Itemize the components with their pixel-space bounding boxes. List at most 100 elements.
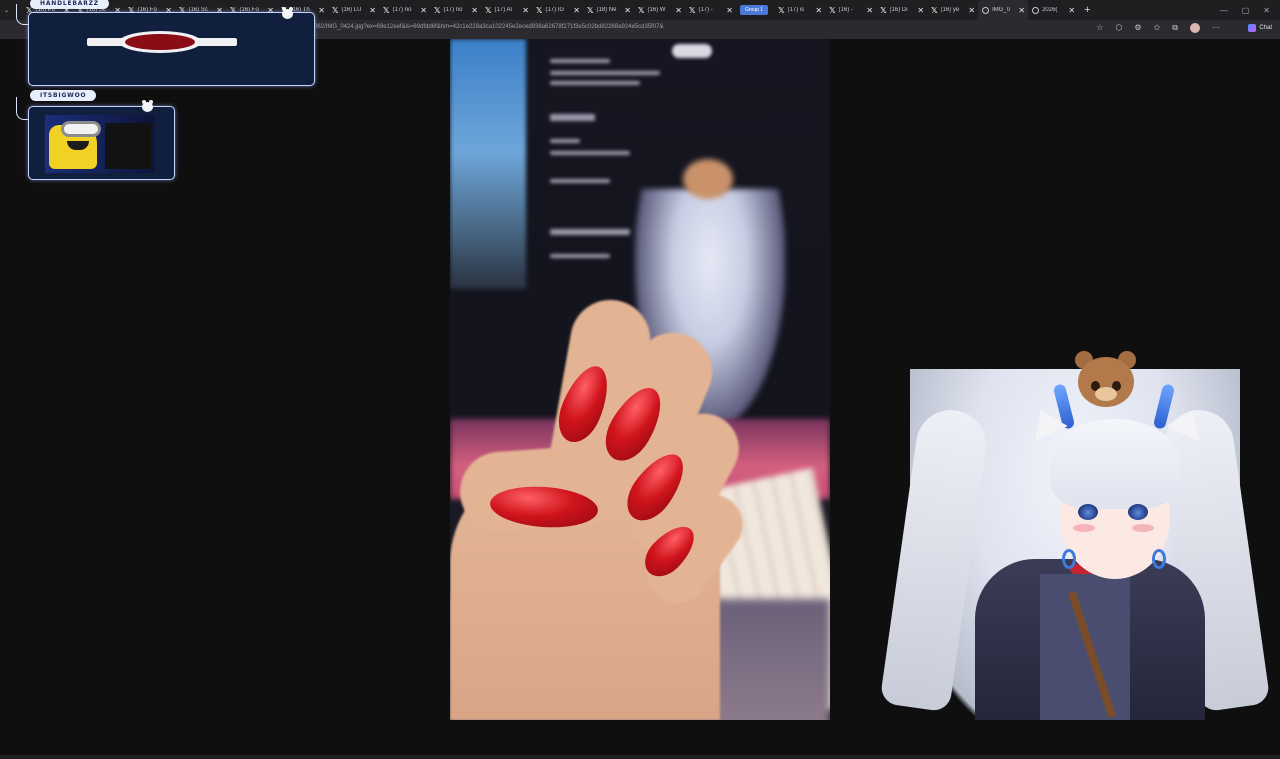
tab-title: (17) - <box>698 7 713 13</box>
tab-title: (17) IG <box>545 7 565 13</box>
browser-tab[interactable]: IMG_0 ✕ <box>978 0 1029 20</box>
photo-hand-red-nails <box>450 39 830 720</box>
bear-badge-icon <box>282 7 293 19</box>
photo-blurred-text <box>550 151 630 155</box>
browser-tab[interactable]: 𝕏 (17) no ✕ <box>430 0 481 20</box>
x-logo-icon: 𝕏 <box>880 5 887 15</box>
extension-icon[interactable]: ⬡ <box>1115 23 1122 33</box>
bottom-edge <box>0 755 1280 759</box>
photo-blurred-text <box>550 139 580 143</box>
chat-message-box-1 <box>28 12 315 86</box>
tab-close-icon[interactable]: ✕ <box>1068 6 1075 15</box>
photo-onscreen-bear <box>683 159 733 199</box>
browser-tab[interactable]: 𝕏 (17) IG ✕ <box>532 0 583 20</box>
photo-sky-wallpaper <box>450 39 526 289</box>
chat-label: Chat <box>1259 25 1272 31</box>
tab-close-icon[interactable]: ✕ <box>420 6 427 15</box>
browser-tab[interactable]: 𝕏 (18) Ne ✕ <box>583 0 634 20</box>
minimize-button[interactable]: — <box>1220 6 1228 15</box>
address-bar-icons: ☆ ⬡ ⚙ ✩ ⧉ ⋯ <box>1096 23 1220 33</box>
x-logo-icon: 𝕏 <box>485 5 492 15</box>
emote-image <box>87 31 237 57</box>
tab-close-icon[interactable]: ✕ <box>675 6 682 15</box>
bear-badge-icon <box>142 100 153 112</box>
tab-title: (17) no <box>443 7 463 13</box>
x-logo-icon: 𝕏 <box>931 5 938 15</box>
maximize-button[interactable]: ▢ <box>1242 6 1250 15</box>
x-logo-icon: 𝕏 <box>689 5 696 15</box>
photo-blurred-text <box>550 179 610 183</box>
copilot-chat-button[interactable]: Chat <box>1248 24 1272 32</box>
tab-close-icon[interactable]: ✕ <box>624 6 631 15</box>
browser-tab[interactable]: 𝕏 (16) W ✕ <box>634 0 685 20</box>
bear-snout <box>1095 387 1117 401</box>
emote-oval-red <box>125 34 195 50</box>
tab-title: (16) Di <box>889 7 908 13</box>
browser-tab[interactable]: 𝕏 (17) is ✕ <box>774 0 825 20</box>
window-controls: — ▢ ✕ <box>1220 6 1280 15</box>
meme-emote-image <box>45 115 155 173</box>
tab-title: IMG_0 <box>992 7 1011 13</box>
avatar-blush <box>1132 524 1154 532</box>
star-icon[interactable]: ☆ <box>1096 23 1103 33</box>
tab-close-icon[interactable]: ✕ <box>815 6 822 15</box>
chat-username-2: ITSBIGWOO <box>30 90 97 101</box>
profile-avatar[interactable] <box>1190 23 1200 33</box>
copilot-icon <box>1248 24 1257 32</box>
url-field[interactable]: 062/IMG_0424.jpg?ex=69e12eef&is=69dfdd6f… <box>314 24 663 30</box>
meme-dark-panel <box>105 123 151 169</box>
x-logo-icon: 𝕏 <box>829 5 836 15</box>
avatar-eye-right <box>1128 504 1148 520</box>
browser-tab[interactable]: 𝕏 (16) ye ✕ <box>927 0 978 20</box>
tab-title: (17) no <box>392 7 412 13</box>
browser-tab[interactable]: 𝕏 (16) - ✕ <box>825 0 876 20</box>
tab-title: (18) Ne <box>596 7 617 13</box>
close-window-button[interactable]: ✕ <box>1263 6 1270 15</box>
globe-icon <box>982 6 990 14</box>
photo-blurred-text <box>550 114 595 121</box>
browser-tab[interactable]: 𝕏 (17) - ✕ <box>685 0 736 20</box>
x-logo-icon: 𝕏 <box>778 5 785 15</box>
tab-close-icon[interactable]: ✕ <box>522 6 529 15</box>
browser-tab[interactable]: 𝕏 (16) LU ✕ <box>328 0 379 20</box>
tab-title: (16) W <box>647 7 666 13</box>
new-tab-button[interactable]: + <box>1084 4 1090 16</box>
favorites-icon[interactable]: ✩ <box>1154 23 1161 33</box>
photo-blurred-text <box>550 71 660 75</box>
browser-tab[interactable]: 2026(✕ <box>1028 0 1078 20</box>
more-menu-icon[interactable]: ⋯ <box>1212 23 1220 33</box>
tab-close-icon[interactable]: ✕ <box>369 6 376 15</box>
tab-close-icon[interactable]: ✕ <box>968 6 975 15</box>
tab-close-icon[interactable]: ✕ <box>1018 6 1025 15</box>
tab-title: (17) is <box>787 7 805 13</box>
photo-blurred-text <box>550 81 640 85</box>
tab-close-icon[interactable]: ✕ <box>866 6 873 15</box>
tab-close-icon[interactable]: ✕ <box>573 6 580 15</box>
extension-puzzle-icon[interactable]: ⚙ <box>1134 23 1141 33</box>
tab-title: (16) - <box>838 7 853 13</box>
tab-title: (16) LU <box>341 7 362 13</box>
x-logo-icon: 𝕏 <box>383 5 390 15</box>
avatar-bangs <box>1050 419 1180 509</box>
tab-close-icon[interactable]: ✕ <box>726 6 733 15</box>
browser-tab[interactable]: 𝕏 (17) no ✕ <box>379 0 430 20</box>
chat-username-1: HANDLEBARZZ <box>30 0 109 9</box>
avatar-eye-left <box>1078 504 1098 520</box>
tab-title: (17) Al <box>494 7 512 13</box>
x-logo-icon: 𝕏 <box>536 5 543 15</box>
globe-icon <box>1032 6 1040 14</box>
tab-group-chip[interactable]: Group 1 <box>740 5 769 15</box>
collections-icon[interactable]: ⧉ <box>1172 23 1178 33</box>
meme-goggles <box>61 121 101 137</box>
photo-blurred-button <box>672 44 712 58</box>
tab-close-icon[interactable]: ✕ <box>917 6 924 15</box>
x-logo-icon: 𝕏 <box>638 5 645 15</box>
browser-tab[interactable]: 𝕏 (17) Al ✕ <box>481 0 532 20</box>
tab-close-icon[interactable]: ✕ <box>471 6 478 15</box>
tab-close-icon[interactable]: ✕ <box>318 6 325 15</box>
photo-blurred-text <box>550 229 630 235</box>
emote-wing-right <box>195 38 237 46</box>
avatar-blush <box>1073 524 1095 532</box>
vtuber-avatar <box>879 309 1280 720</box>
browser-tab[interactable]: 𝕏 (16) Di ✕ <box>876 0 927 20</box>
